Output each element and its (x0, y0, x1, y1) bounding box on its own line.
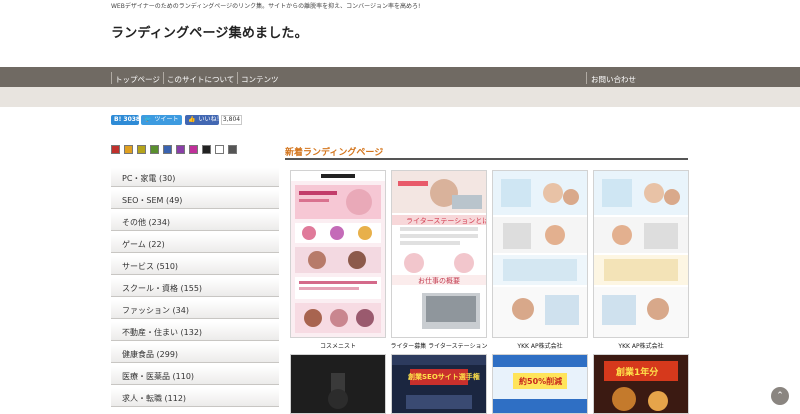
section-heading: 新着ランディングページ (285, 148, 384, 158)
color-filter-pink[interactable] (189, 145, 198, 154)
category-item[interactable]: サービス (510) (111, 256, 279, 275)
lp-thumbnail[interactable]: 創業SEOサイト選手権 (391, 354, 487, 414)
lp-preview-image (291, 171, 385, 337)
category-item[interactable]: ファッション (34) (111, 300, 279, 319)
lp-caption[interactable]: YKK AP株式会社 (591, 341, 691, 350)
category-label: PC・家電 (30) (122, 174, 176, 183)
lp-thumbnail-ykk-ap[interactable] (492, 170, 588, 338)
category-label: サービス (510) (122, 262, 179, 271)
category-item[interactable]: PC・家電 (30) (111, 168, 279, 187)
nav-sub-band (0, 87, 800, 107)
nav-separator (586, 72, 587, 84)
color-filter-purple[interactable] (176, 145, 185, 154)
arrow-up-icon: ⌃ (776, 391, 784, 401)
lp-thumbnail-cosmenist[interactable] (290, 170, 386, 338)
tweet-button[interactable]: 🐦 ツイート (141, 115, 182, 125)
color-filter-green[interactable] (150, 145, 159, 154)
color-filter-black[interactable] (202, 145, 211, 154)
hatena-bookmark-button[interactable]: B! 3038 (111, 115, 140, 125)
nav-separator (111, 72, 112, 84)
lp-preview-image (291, 355, 385, 413)
category-label: その他 (234) (122, 218, 171, 227)
scroll-to-top-button[interactable]: ⌃ (771, 387, 789, 405)
lp-thumbnail[interactable] (290, 354, 386, 414)
category-item[interactable]: 求人・転職 (112) (111, 388, 279, 407)
category-label: 求人・転職 (112) (122, 394, 187, 403)
color-filter-gray[interactable] (228, 145, 237, 154)
color-filter-blue[interactable] (163, 145, 172, 154)
lp-banner-text: ライターステーションとは (406, 217, 487, 225)
lp-thumbnail[interactable]: 創業1年分 (593, 354, 689, 414)
category-item[interactable]: 不動産・住まい (132) (111, 322, 279, 341)
lp-sub-text: お仕事の概要 (418, 277, 460, 285)
lp-banner-text: 約50%削減 (519, 377, 563, 386)
section-divider (285, 158, 688, 160)
category-item[interactable]: ゲーム (22) (111, 234, 279, 253)
lp-caption[interactable]: ライター募集 ライターステーション (389, 341, 489, 350)
facebook-like-button[interactable]: 👍 いいね！ (185, 115, 223, 125)
lp-thumbnail-ykk-ap[interactable] (593, 170, 689, 338)
nav-item-contents[interactable]: コンテンツ (241, 74, 279, 85)
category-item[interactable]: スクール・資格 (155) (111, 278, 279, 297)
category-item[interactable]: 医療・医薬品 (110) (111, 366, 279, 385)
category-item[interactable]: SEO・SEM (49) (111, 190, 279, 209)
hatena-label: B! 3038 (114, 116, 141, 123)
site-title[interactable]: ランディングページ集めました。 (111, 22, 308, 41)
like-count: 3,804 (221, 115, 242, 125)
category-label: 不動産・住まい (132) (122, 328, 203, 337)
color-filter-yellow[interactable] (137, 145, 146, 154)
lp-preview-image (594, 355, 688, 413)
nav-item-about[interactable]: このサイトについて (167, 74, 234, 85)
color-filter-red[interactable] (111, 145, 120, 154)
category-item[interactable]: その他 (234) (111, 212, 279, 231)
category-label: ゲーム (22) (122, 240, 165, 249)
lp-thumbnail[interactable]: 約50%削減 (492, 354, 588, 414)
lp-preview-image (392, 355, 486, 413)
tweet-label: ツイート (154, 116, 179, 123)
nav-separator (163, 72, 164, 84)
lp-preview-image (493, 171, 587, 337)
nav-item-contact[interactable]: お問い合わせ (591, 74, 636, 85)
category-label: 医療・医薬品 (110) (122, 372, 195, 381)
site-tagline: WEBデザイナーのためのランディングページのリンク集。サイトからの離脱率を抑え、… (111, 3, 421, 10)
nav-separator (237, 72, 238, 84)
lp-caption[interactable]: コスメニスト (288, 341, 388, 350)
lp-banner-text: 創業1年分 (616, 368, 659, 378)
lp-preview-image (594, 171, 688, 337)
category-label: スクール・資格 (155) (122, 284, 203, 293)
lp-thumbnail-writer-station[interactable]: ライターステーションとは お仕事の概要 (391, 170, 487, 338)
color-filter-white[interactable] (215, 145, 224, 154)
nav-item-top[interactable]: トップページ (115, 74, 160, 85)
thumbs-up-icon: 👍 (188, 116, 196, 123)
color-filter-orange[interactable] (124, 145, 133, 154)
lp-caption[interactable]: YKK AP株式会社 (490, 341, 590, 350)
category-label: SEO・SEM (49) (122, 196, 183, 205)
lp-preview-image (392, 171, 486, 337)
category-label: ファッション (34) (122, 306, 189, 315)
category-item[interactable]: 健康食品 (299) (111, 344, 279, 363)
category-label: 健康食品 (299) (122, 350, 179, 359)
twitter-bird-icon: 🐦 (144, 116, 152, 123)
lp-banner-text: 創業SEOサイト選手権 (408, 373, 480, 381)
like-label: いいね！ (198, 116, 223, 123)
